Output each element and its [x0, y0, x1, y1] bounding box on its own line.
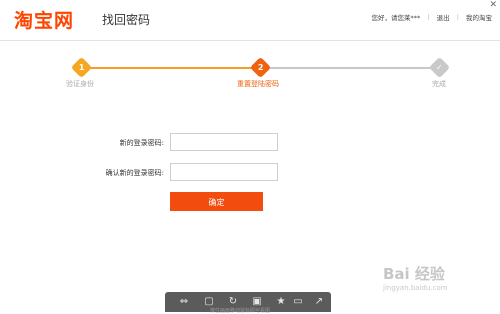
step-2-marker: 2 [249, 56, 272, 79]
check-icon: ✓ [436, 62, 443, 72]
user-bar: 您好，请您莱*** | 退出 | 我的淘宝 [372, 12, 492, 22]
separator: | [456, 13, 459, 21]
step-2-label: 重置登陆密码 [237, 80, 279, 88]
progress-steps: 1 2 ✓ 验证身份 重置登陆密码 完成 [0, 56, 500, 96]
logout-link[interactable]: 退出 [437, 12, 450, 22]
taobao-logo[interactable]: 淘宝网 [14, 6, 74, 33]
new-password-input[interactable] [170, 133, 278, 151]
baidu-jingyan-watermark: Bai 经验 jingyan.baidu.com [383, 263, 493, 303]
step-3-marker: ✓ [428, 56, 451, 79]
step-connector-todo [268, 67, 432, 69]
share-icon[interactable]: ↗ [313, 296, 325, 308]
close-icon[interactable]: ✕ [489, 1, 497, 10]
header-bar: 淘宝网 找回密码 您好，请您莱*** | 退出 | 我的淘宝 ✕ [0, 0, 500, 41]
page-title: 找回密码 [102, 13, 151, 27]
step-3-label: 完成 [432, 80, 446, 88]
step-connector-done [88, 67, 254, 69]
new-password-label: 新的登录密码: [119, 139, 164, 147]
watermark-url: jingyan.baidu.com [383, 284, 448, 292]
step-1-marker: 1 [70, 56, 93, 79]
confirm-password-input[interactable] [170, 163, 278, 181]
confirm-button[interactable]: 确定 [170, 192, 263, 211]
step-1-label: 验证身份 [66, 80, 94, 88]
fit-size-icon[interactable]: ⇔ [178, 296, 190, 308]
my-taobao-link[interactable]: 我的淘宝 [466, 12, 492, 22]
slideshow-icon[interactable]: ▭ [292, 296, 304, 308]
toolbar-caption: 按住画面移动鼠标即可看图 [210, 308, 271, 314]
user-greeting: 您好，请您莱*** [371, 14, 421, 22]
confirm-password-label: 确认新的登录密码: [105, 169, 164, 177]
separator: | [427, 13, 430, 21]
bookmark-icon[interactable]: ★ [275, 296, 287, 308]
watermark-logo: Bai 经验 [383, 265, 445, 283]
